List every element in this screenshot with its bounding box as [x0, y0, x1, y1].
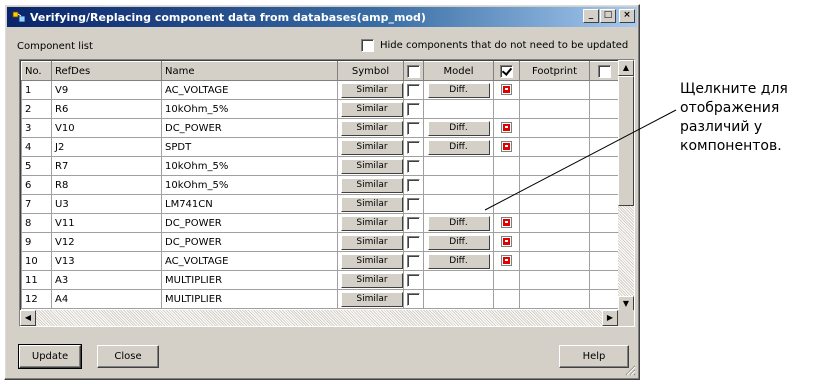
callout-line-3: различий у: [680, 119, 763, 135]
callout-line-4: компонентов.: [680, 138, 782, 154]
callout-line: [484, 109, 677, 211]
callout-line-2: отображения: [680, 100, 780, 116]
callout-line-1: Щелкните для: [680, 81, 788, 97]
callout-annotation: Щелкните для отображения различий у комп…: [680, 80, 820, 156]
